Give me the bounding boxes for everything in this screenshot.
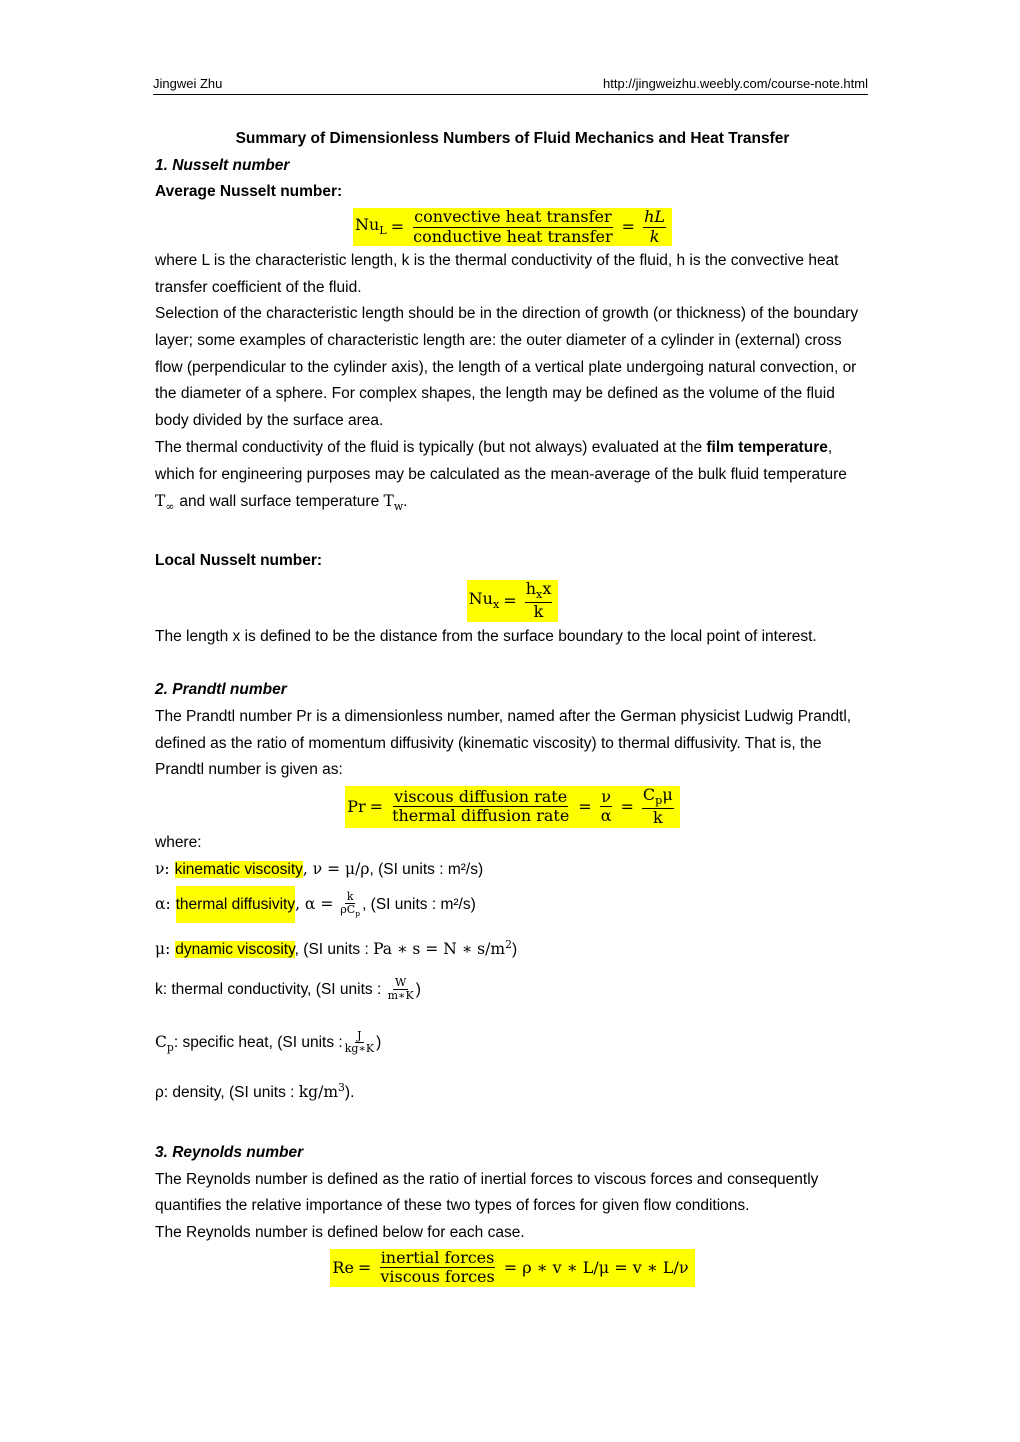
definition-dynamic-viscosity: μ: dynamic viscosity, (SI units : Pa ∗ s… [155, 937, 518, 959]
page-header: Jingwei Zhu http://jingweizhu.weebly.com… [153, 74, 868, 95]
fraction: k ρCp [340, 889, 361, 919]
fraction-denominator: α [600, 806, 612, 826]
paragraph-film-temperature: The thermal conductivity of the fluid is… [155, 435, 870, 521]
text: . [403, 493, 408, 511]
fraction-numerator: inertial forces [379, 1247, 496, 1269]
paragraph: The Reynolds number is defined as the ra… [155, 1170, 819, 1215]
eq-lhs: Pr [347, 796, 366, 816]
eq-lhs: Nu [354, 214, 380, 234]
paragraph: The Reynolds number is defined below for… [155, 1224, 525, 1242]
fraction: hxx k [524, 579, 553, 622]
highlighted-term: thermal diffusivity [175, 885, 296, 923]
definition-thermal-conductivity: k: thermal conductivity, (SI units : Wm∗… [155, 976, 421, 1003]
section-heading-reynolds: 3. Reynolds number [155, 1144, 304, 1162]
eq-lhs-sub: L [379, 224, 387, 238]
fraction: convective heat transfer conductive heat… [412, 207, 614, 246]
equation-average-nusselt-row: NuL = convective heat transfer conductiv… [155, 207, 870, 246]
section-heading-nusselt: 1. Nusselt number [155, 156, 290, 174]
fraction-denominator: thermal diffusion rate [392, 806, 570, 826]
subheading-average-nusselt: Average Nusselt number: [155, 183, 343, 201]
fraction: Wm∗K [387, 976, 414, 1003]
eq-lhs-sub: x [492, 598, 500, 612]
fraction-denominator: conductive heat transfer [413, 226, 613, 246]
document-page: Jingwei Zhu http://jingweizhu.weebly.com… [0, 0, 1020, 1442]
fraction-numerator: ν [600, 786, 612, 808]
equation-reynolds: Re = inertial forces viscous forces = ρ … [330, 1247, 695, 1287]
eq-rhs: = ρ ∗ v ∗ L/μ = v ∗ L/ν [503, 1257, 689, 1277]
fraction-numerator: Cpμ [641, 785, 674, 810]
text: and wall surface temperature [179, 493, 384, 511]
symbol-t-inf: T∞ [155, 492, 175, 514]
subheading-local-nusselt: Local Nusselt number: [155, 551, 323, 569]
fraction-numerator: hL [643, 207, 667, 228]
header-author: Jingwei Zhu [153, 76, 223, 91]
fraction: inertial forces viscous forces [379, 1247, 496, 1287]
definition-density: ρ: density, (SI units : kg/m3). [155, 1081, 355, 1102]
fraction-denominator: k [649, 226, 660, 246]
fraction: hL k [643, 207, 667, 246]
equation-local-nusselt-row: Nux = hxx k [155, 579, 870, 622]
paragraph: Selection of the characteristic length s… [155, 305, 859, 430]
highlighted-term: kinematic viscosity [174, 861, 303, 879]
equation-reynolds-row: Re = inertial forces viscous forces = ρ … [155, 1247, 870, 1287]
paragraph: The Prandtl number Pr is a dimensionless… [155, 707, 852, 779]
fraction: viscous diffusion rate thermal diffusion… [391, 786, 570, 826]
equation-average-nusselt: NuL = convective heat transfer conductiv… [352, 207, 673, 246]
eq-lhs: Nu [468, 589, 493, 609]
paragraph: The length x is defined to be the distan… [155, 627, 817, 645]
fraction-denominator: k [652, 808, 663, 828]
fraction: Cpμ k [641, 785, 674, 828]
document-title: Summary of Dimensionless Numbers of Flui… [235, 130, 790, 147]
eq-lhs: Re [332, 1257, 354, 1277]
fraction-denominator: k [533, 602, 544, 622]
paragraph: where L is the characteristic length, k … [155, 251, 839, 296]
bold-term: film temperature [706, 438, 828, 456]
highlighted-term: dynamic viscosity [175, 941, 295, 959]
text: The thermal conductivity of the fluid is… [155, 438, 707, 456]
equation-local-nusselt: Nux = hxx k [466, 579, 559, 622]
document-body: Summary of Dimensionless Numbers of Flui… [155, 126, 870, 1289]
symbol-t-w: Tw [383, 492, 404, 514]
definition-specific-heat: Cp: specific heat, (SI units : Jkg∗K) [155, 1029, 382, 1056]
where-label: where: [155, 833, 202, 851]
fraction: Jkg∗K [344, 1029, 375, 1056]
definition-kinematic-viscosity: ν: kinematic viscosity, ν = μ/ρ, (SI uni… [155, 860, 484, 879]
fraction-numerator: hxx [524, 579, 553, 604]
header-url: http://jingweizhu.weebly.com/course-note… [603, 76, 868, 91]
fraction: ν α [600, 786, 613, 826]
section-heading-prandtl: 2. Prandtl number [155, 681, 287, 699]
fraction-numerator: convective heat transfer [413, 207, 613, 228]
equation-prandtl-row: Pr = viscous diffusion rate thermal diff… [155, 785, 870, 828]
definition-thermal-diffusivity: α: thermal diffusivity, α = k ρCp, (SI un… [155, 884, 870, 925]
fraction-denominator: viscous forces [380, 1267, 495, 1287]
fraction-numerator: viscous diffusion rate [393, 786, 569, 808]
equation-prandtl: Pr = viscous diffusion rate thermal diff… [345, 785, 680, 828]
